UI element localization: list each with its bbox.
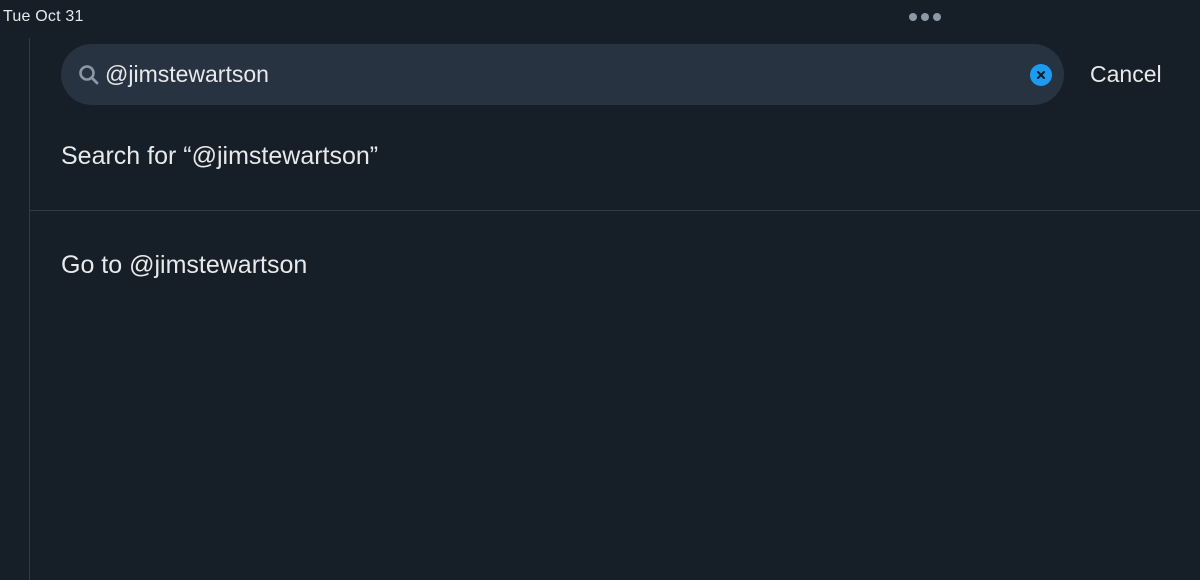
search-input[interactable] [105,44,1005,105]
search-icon [78,64,100,86]
search-bar[interactable] [61,44,1064,105]
go-to-profile-result[interactable]: Go to @jimstewartson [30,211,1200,321]
search-for-label: Search for “@jimstewartson” [61,142,379,170]
search-for-result[interactable]: Search for “@jimstewartson” [30,120,1200,210]
app-screen: Tue Oct 31 Cancel Search for “@jimstewar… [0,0,1200,580]
dot [933,13,941,21]
go-to-label: Go to @jimstewartson [61,251,308,279]
more-dots-icon[interactable] [909,13,941,21]
clear-icon [1037,71,1045,79]
dot [909,13,917,21]
dot [921,13,929,21]
clear-search-button[interactable] [1030,64,1052,86]
status-bar-date: Tue Oct 31 [3,8,84,25]
cancel-button[interactable]: Cancel [1090,60,1162,88]
